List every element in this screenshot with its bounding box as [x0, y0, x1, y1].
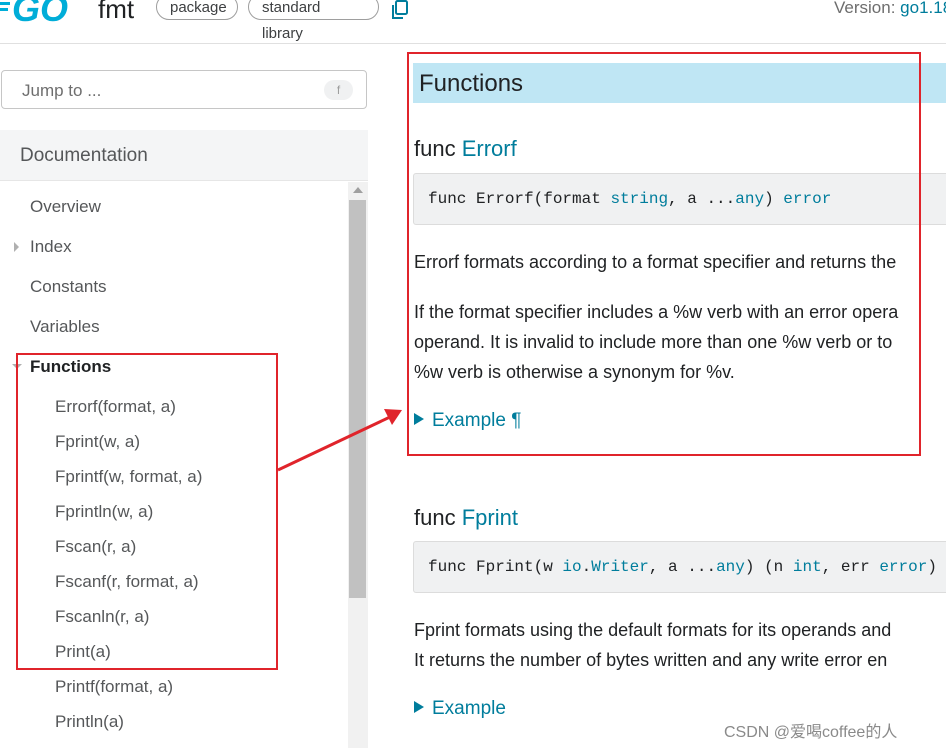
annotation-arrow-icon — [277, 409, 402, 472]
